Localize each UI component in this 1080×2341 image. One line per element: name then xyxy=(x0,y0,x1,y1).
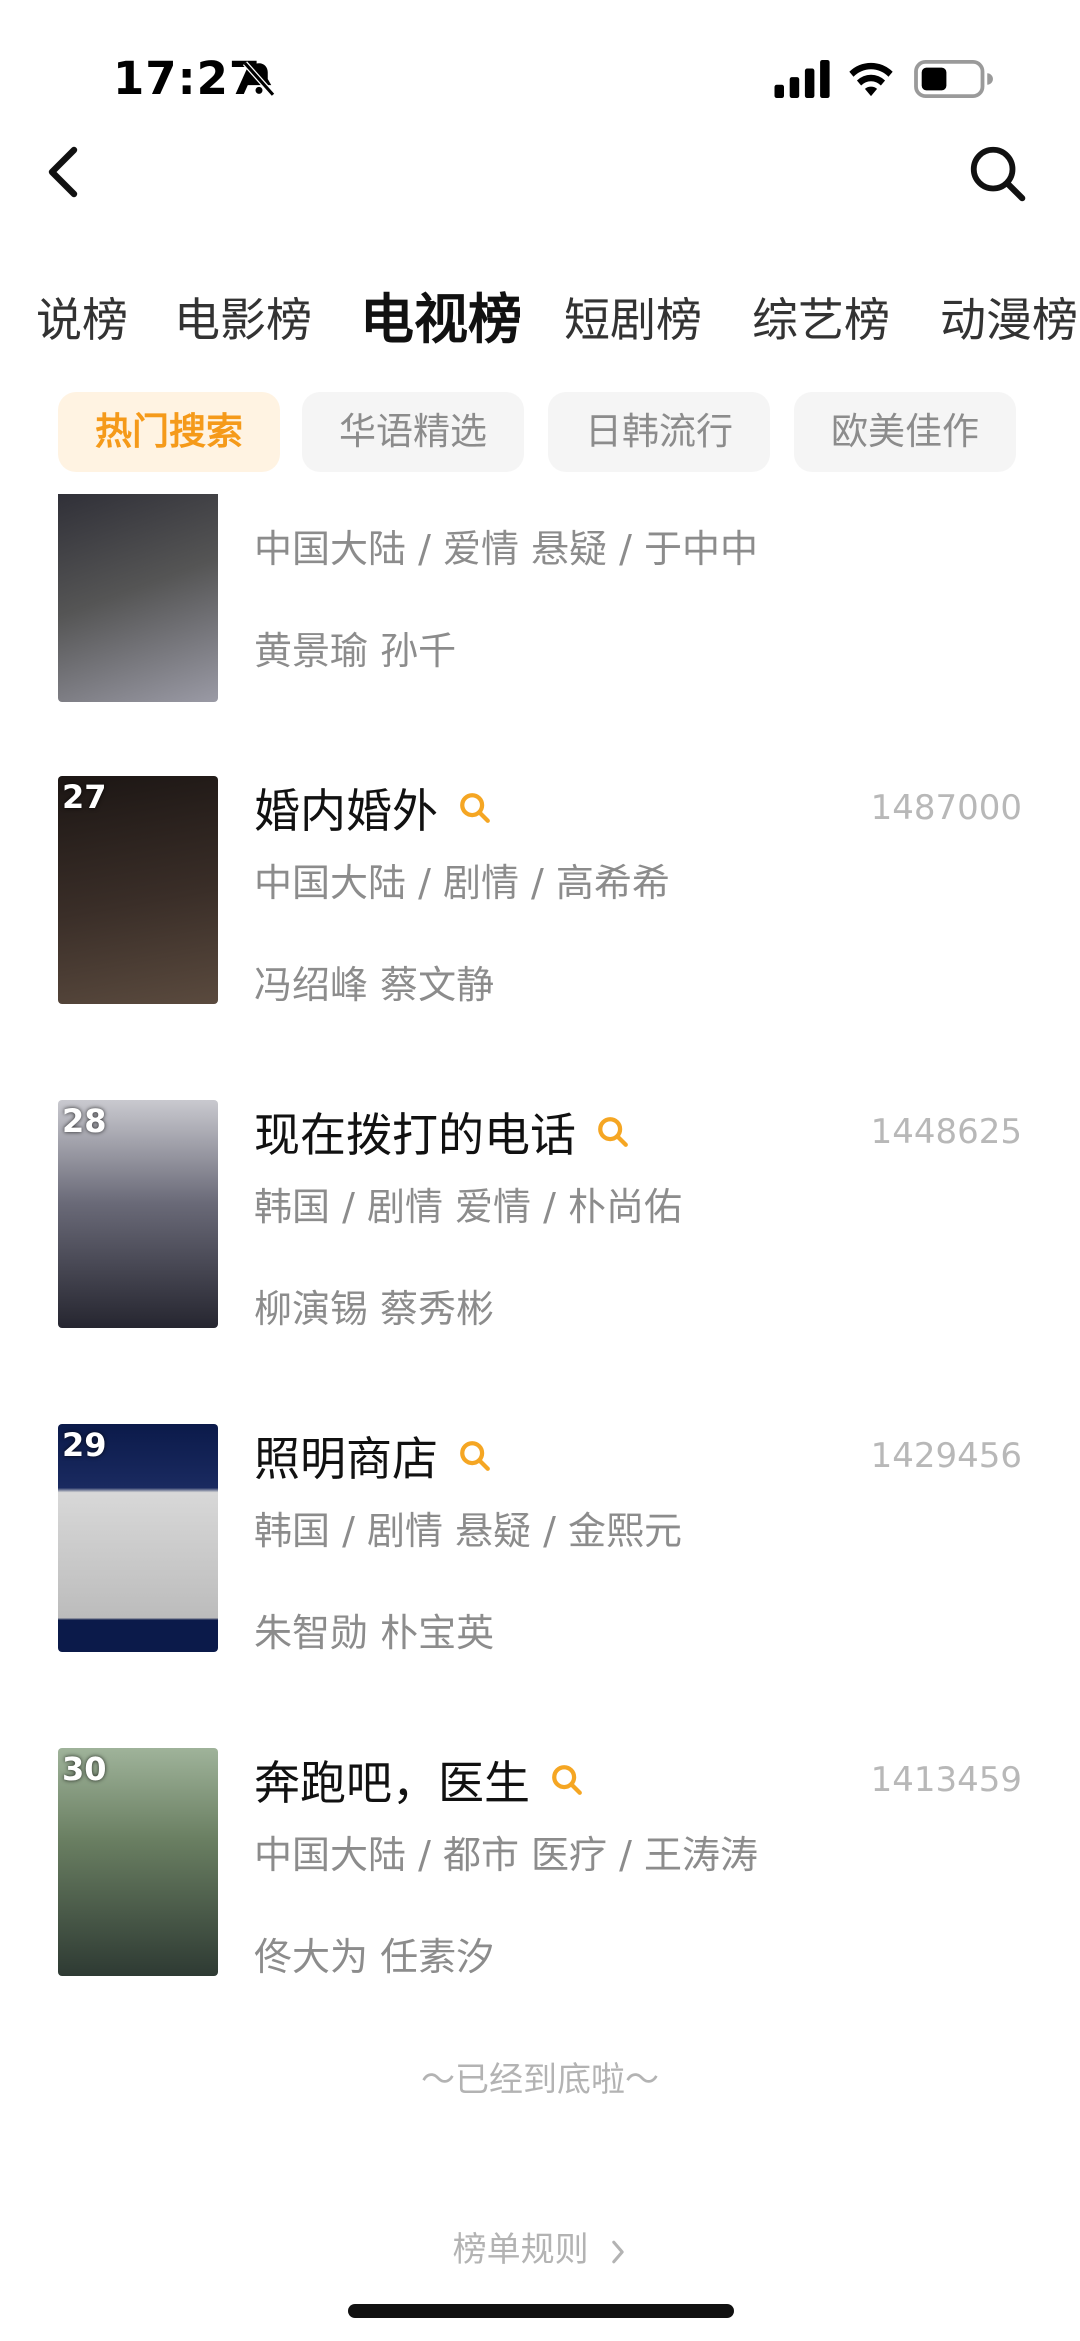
item-cast: 朱智勋 朴宝英 xyxy=(254,1611,495,1655)
item-title: 照明商店 xyxy=(254,1432,438,1486)
signal-icon xyxy=(774,60,830,98)
tab-tv[interactable]: 电视榜 xyxy=(360,280,522,360)
search-icon[interactable] xyxy=(596,1115,630,1149)
rank-number: 27 xyxy=(62,778,107,816)
search-icon[interactable] xyxy=(550,1763,584,1797)
poster-image: 30 xyxy=(58,1748,218,1976)
list-item[interactable]: 29 照明商店 1429456 韩国 / 剧情 悬疑 / 金熙元 朱智勋 朴宝英 xyxy=(0,1424,1080,1664)
item-meta: 韩国 / 剧情 爱情 / 朴尚佑 xyxy=(254,1185,683,1229)
battery-icon xyxy=(914,60,993,98)
tab-novel[interactable]: 说榜 xyxy=(36,280,128,360)
item-meta: 中国大陆 / 都市 医疗 / 王涛涛 xyxy=(254,1833,759,1877)
item-score: 1413459 xyxy=(870,1760,1022,1800)
subtab-chinese-picks[interactable]: 华语精选 xyxy=(302,392,524,472)
list-item[interactable]: 27 婚内婚外 1487000 中国大陆 / 剧情 / 高希希 冯绍峰 蔡文静 xyxy=(0,776,1080,1016)
bell-off-icon xyxy=(242,61,276,97)
item-score: 1487000 xyxy=(870,788,1022,828)
ranking-list: 中国大陆 / 爱情 悬疑 / 于中中 黄景瑜 孙千 27 婚内婚外 148700… xyxy=(0,494,1080,2134)
poster-image: 29 xyxy=(58,1424,218,1652)
chevron-right-icon xyxy=(612,2240,625,2263)
wifi-icon xyxy=(849,62,893,97)
subtab-hot-search[interactable]: 热门搜索 xyxy=(58,392,280,472)
rules-link[interactable]: 榜单规则 xyxy=(0,2222,1080,2271)
list-item[interactable]: 30 奔跑吧，医生 1413459 中国大陆 / 都市 医疗 / 王涛涛 佟大为… xyxy=(0,1748,1080,1988)
item-meta: 中国大陆 / 剧情 / 高希希 xyxy=(254,861,670,905)
item-cast: 柳演锡 蔡秀彬 xyxy=(254,1287,495,1331)
item-title: 现在拨打的电话 xyxy=(254,1108,576,1162)
item-score: 1448625 xyxy=(870,1112,1022,1152)
item-title: 奔跑吧，医生 xyxy=(254,1756,530,1810)
search-icon[interactable] xyxy=(966,142,1028,204)
poster-image: 28 xyxy=(58,1100,218,1328)
item-cast: 冯绍峰 蔡文静 xyxy=(254,963,495,1007)
rank-number: 29 xyxy=(62,1426,107,1464)
tab-movie[interactable]: 电影榜 xyxy=(174,280,312,360)
category-tabs: 说榜 电影榜 电视榜 短剧榜 综艺榜 动漫榜 xyxy=(0,280,1080,360)
poster-image: 27 xyxy=(58,776,218,1004)
home-indicator[interactable] xyxy=(348,2304,734,2318)
end-of-list-text: ～已经到底啦～ xyxy=(421,2060,659,2100)
item-score: 1429456 xyxy=(870,1436,1022,1476)
back-icon[interactable] xyxy=(40,140,88,204)
rank-number: 30 xyxy=(62,1750,107,1788)
search-icon[interactable] xyxy=(458,791,492,825)
tab-short-drama[interactable]: 短剧榜 xyxy=(564,280,702,360)
status-bar: 17:27 xyxy=(0,0,1080,150)
item-cast: 佟大为 任素汐 xyxy=(254,1935,495,1979)
tab-variety[interactable]: 综艺榜 xyxy=(752,280,890,360)
item-title: 婚内婚外 xyxy=(254,784,438,838)
tab-anime[interactable]: 动漫榜 xyxy=(940,280,1078,360)
subtab-western[interactable]: 欧美佳作 xyxy=(794,392,1016,472)
poster-image xyxy=(58,494,218,702)
list-item[interactable]: 28 现在拨打的电话 1448625 韩国 / 剧情 爱情 / 朴尚佑 柳演锡 … xyxy=(0,1100,1080,1340)
subtab-jp-kr[interactable]: 日韩流行 xyxy=(548,392,770,472)
rules-label: 榜单规则 xyxy=(452,2230,589,2270)
list-item[interactable]: 中国大陆 / 爱情 悬疑 / 于中中 黄景瑜 孙千 xyxy=(0,494,1080,714)
item-meta: 中国大陆 / 爱情 悬疑 / 于中中 xyxy=(254,527,759,571)
item-meta: 韩国 / 剧情 悬疑 / 金熙元 xyxy=(254,1509,683,1553)
rank-number: 28 xyxy=(62,1102,107,1140)
item-cast: 黄景瑜 孙千 xyxy=(254,629,457,673)
search-icon[interactable] xyxy=(458,1439,492,1473)
